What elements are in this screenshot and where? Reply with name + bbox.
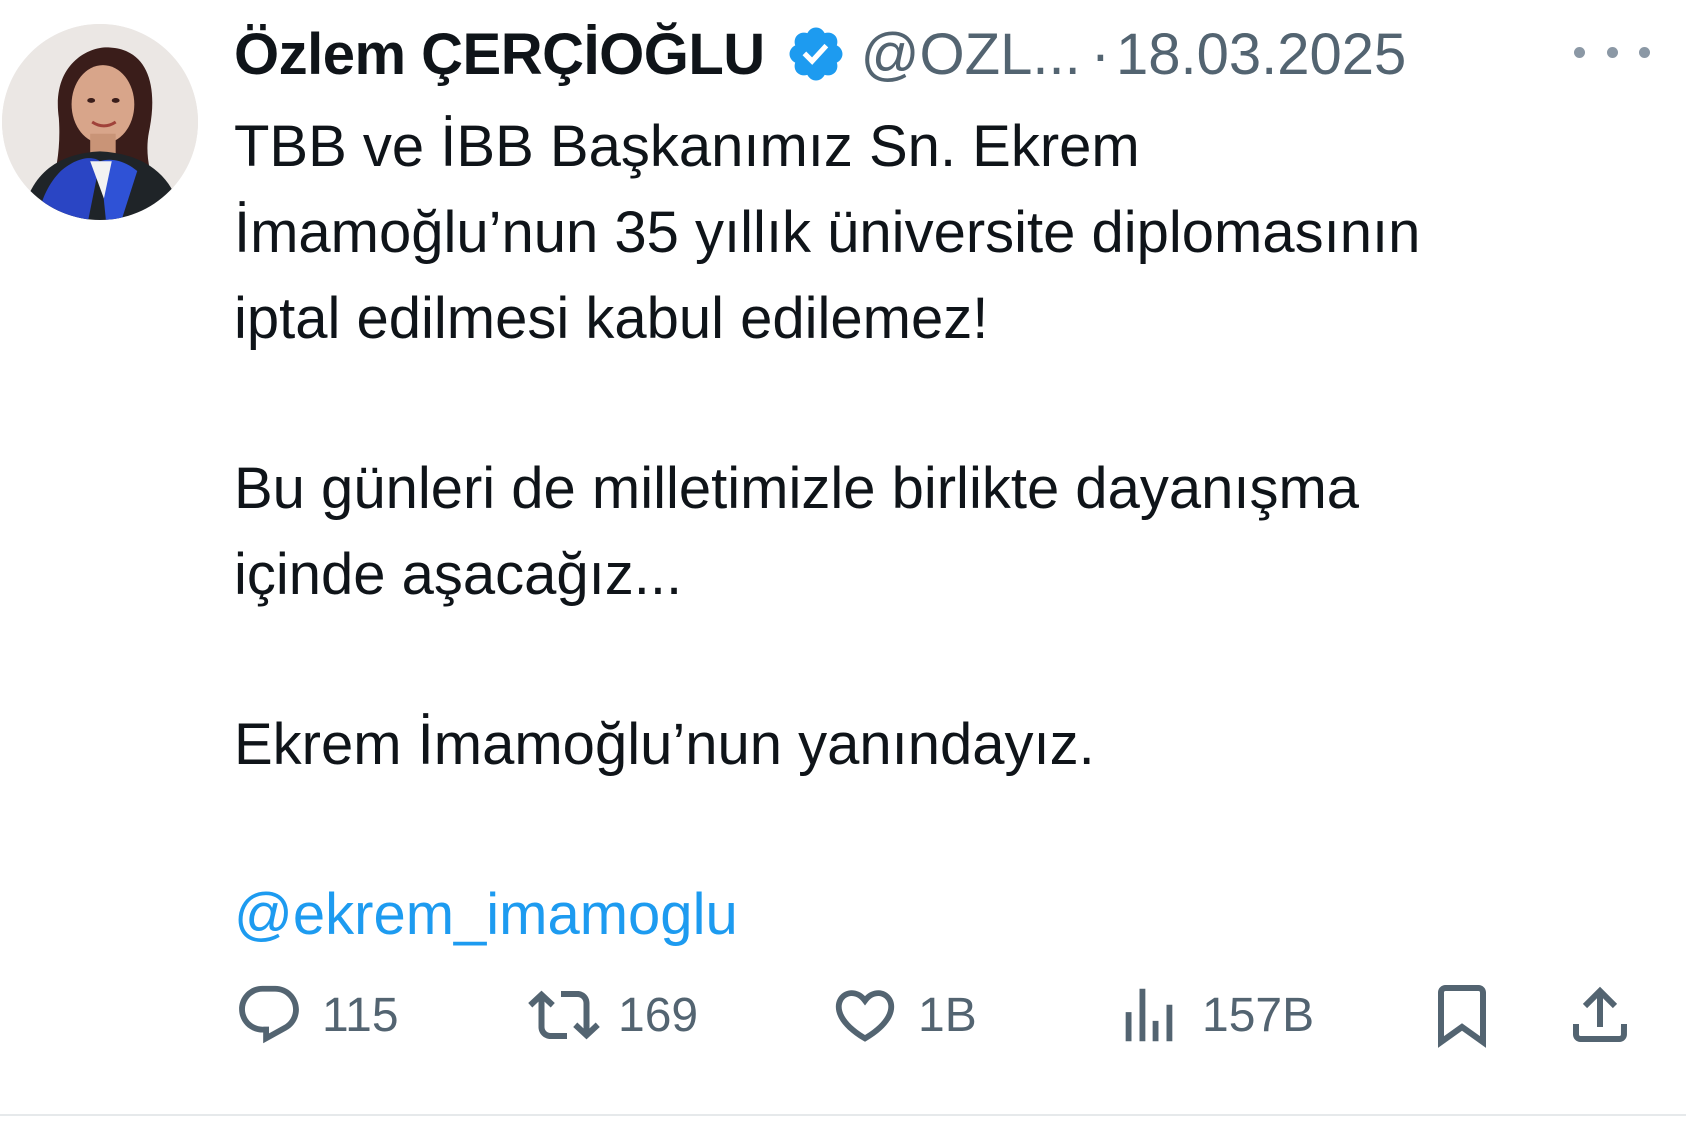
author-handle[interactable]: @OZL... [861,21,1081,88]
reply-icon [239,985,299,1044]
repost-count: 169 [618,988,699,1042]
separator-dot: · [1090,21,1111,87]
tweet-text-line: Ekrem İmamoğlu’nun yanındayız. [234,712,1095,777]
tweet-text-line: İmamoğlu’nun 35 yıllık üniversite diplom… [234,200,1421,265]
tweet-text-line: iptal edilmesi kabul edilemez! [234,286,989,351]
author-name[interactable]: Özlem ÇERÇİOĞLU [234,21,765,88]
views-chart-icon [1125,988,1173,1042]
repost-icon [528,990,600,1040]
tweet-date[interactable]: 18.03.2025 [1116,21,1406,88]
reply-button[interactable]: 115 [234,980,399,1050]
reply-count: 115 [322,988,399,1042]
views-button[interactable]: 157B [1114,980,1314,1050]
tweet-text-line: TBB ve İBB Başkanımız Sn. Ekrem [234,114,1140,179]
bookmark-button[interactable] [1426,980,1498,1050]
more-dot [1606,46,1618,58]
mention-link[interactable]: @ekrem_imamoglu [234,872,1664,958]
views-count: 157B [1202,988,1315,1042]
bookmark-icon [1438,985,1486,1048]
like-button[interactable]: 1B [830,980,977,1050]
tweet-header: Özlem ÇERÇİOĞLU @OZL... · 18.03.2025 [234,14,1406,94]
more-options-icon[interactable] [1574,32,1650,72]
avatar-image [2,24,198,220]
tweet-text-line: Bu günleri de milletimizle birlikte daya… [234,456,1360,521]
heart-icon [835,990,895,1042]
like-count: 1B [918,988,977,1042]
more-dot [1639,46,1650,58]
author-avatar[interactable] [2,24,198,220]
tweet-actions: 115 169 1B 157B [234,980,1674,1050]
share-icon [1573,986,1627,1042]
verified-badge-icon[interactable] [785,23,847,85]
divider [0,1114,1686,1116]
tweet-text: TBB ve İBB Başkanımız Sn. Ekrem İmamoğlu… [234,104,1664,958]
repost-button[interactable]: 169 [528,980,698,1050]
share-button[interactable] [1564,980,1636,1050]
tweet-card[interactable]: Özlem ÇERÇİOĞLU @OZL... · 18.03.2025 TBB… [0,0,1700,1142]
tweet-text-line: içinde aşacağız... [234,542,683,607]
more-dot [1574,46,1585,58]
